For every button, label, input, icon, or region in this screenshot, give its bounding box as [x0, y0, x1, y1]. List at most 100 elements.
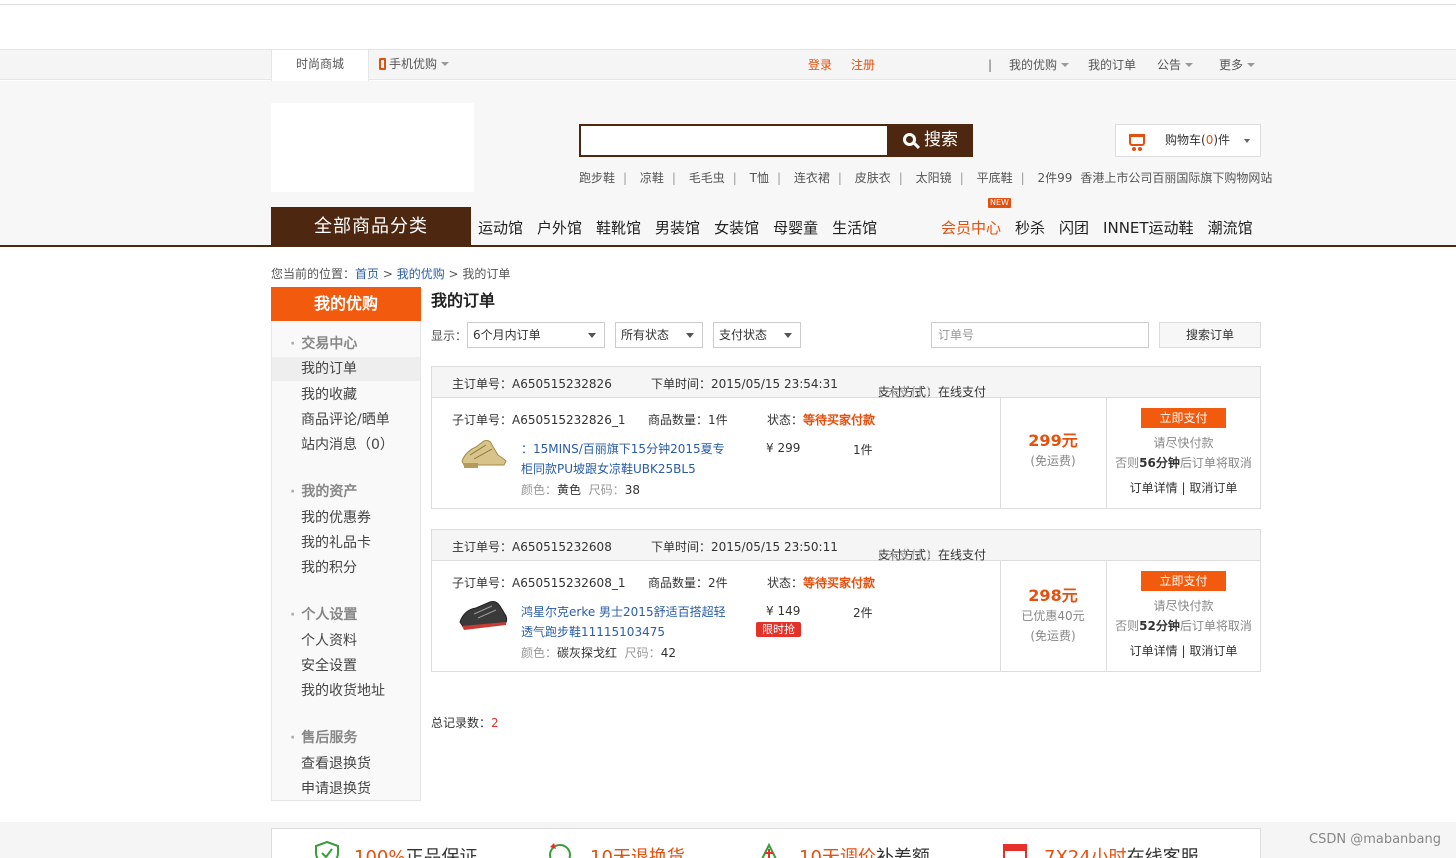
divider: |: [988, 58, 993, 72]
nav-link[interactable]: 运动馆: [478, 219, 523, 237]
order-links: 订单详情 | 取消订单: [1129, 481, 1238, 495]
sidebar-item-coupons[interactable]: 我的优惠券: [301, 507, 371, 527]
cancel-countdown: 否则52分钟后订单将取消: [1115, 619, 1252, 633]
pay-now-button[interactable]: 立即支付: [1141, 571, 1226, 591]
pay-filter-select[interactable]: 支付状态: [713, 322, 801, 348]
hotword[interactable]: 平底鞋: [977, 171, 1013, 185]
search-button-label: 搜索: [924, 130, 958, 150]
order-detail-link[interactable]: 订单详情: [1130, 481, 1178, 495]
notice-menu[interactable]: 公告: [1157, 50, 1194, 80]
nav-link[interactable]: 鞋靴馆: [596, 219, 641, 237]
mobile-icon: [379, 58, 386, 70]
calendar-icon: [1003, 844, 1027, 858]
main-order-number: 主订单号：A650515232608: [452, 540, 612, 554]
hotword[interactable]: T恤: [750, 171, 769, 185]
nav-link[interactable]: 女装馆: [714, 219, 759, 237]
breadcrumb-home[interactable]: 首页: [355, 267, 379, 281]
tab-mobile[interactable]: 手机优购: [379, 50, 450, 81]
time-filter-select[interactable]: 6个月内订单: [467, 322, 605, 348]
product-name-link[interactable]: 鸿星尔克erke 男士2015舒适百搭超轻透气跑步鞋11115103475: [521, 602, 735, 642]
order-detail-link[interactable]: 订单详情: [1130, 644, 1178, 658]
tab-fashion-mall[interactable]: 时尚商城: [271, 50, 369, 81]
guarantee-authentic: 100%正品保证: [354, 847, 478, 858]
breadcrumb-prefix: 您当前的位置：: [271, 267, 356, 281]
search-button[interactable]: 搜索: [888, 124, 973, 157]
sidebar-item-profile[interactable]: 个人资料: [301, 630, 357, 650]
sidebar-group-title: 交易中心: [290, 333, 357, 353]
order-total: 299元 (免运费): [1000, 431, 1106, 471]
product-attributes: 颜色：黄色 尺码：38: [521, 483, 640, 497]
select-value: 支付状态: [719, 328, 768, 342]
select-value: 所有状态: [621, 328, 670, 342]
nav-link-flash-sale[interactable]: 秒杀: [1015, 219, 1045, 237]
hotword[interactable]: 毛毛虫: [689, 171, 725, 185]
sidebar-item-addresses[interactable]: 我的收货地址: [301, 680, 385, 700]
status-filter-select[interactable]: 所有状态: [615, 322, 703, 348]
sidebar-group-title: 个人设置: [290, 604, 357, 624]
my-orders-link[interactable]: 我的订单: [1088, 50, 1136, 80]
breadcrumb-my-yougou[interactable]: 我的优购: [397, 267, 445, 281]
search-order-button[interactable]: 搜索订单: [1159, 322, 1261, 348]
sub-order-number: 子订单号：A650515232608_1: [452, 576, 626, 590]
total-amount: 299元: [1028, 431, 1078, 450]
sidebar-item-gift-cards[interactable]: 我的礼品卡: [301, 532, 371, 552]
shield-check-icon: [315, 841, 339, 858]
sidebar-item-security[interactable]: 安全设置: [301, 655, 357, 675]
hotword[interactable]: 凉鞋: [640, 171, 664, 185]
more-menu[interactable]: 更多: [1219, 50, 1256, 80]
item-count: 商品数量：2件: [648, 576, 728, 590]
filter-label: 显示：: [431, 329, 468, 343]
logo[interactable]: [271, 103, 474, 192]
product-thumbnail-running-shoe[interactable]: [456, 596, 510, 632]
hotword[interactable]: 太阳镜: [916, 171, 952, 185]
nav-link-member-center[interactable]: 会员中心: [941, 219, 1001, 237]
register-link[interactable]: 注册: [851, 50, 875, 80]
watermark: CSDN @mabanbang: [1309, 832, 1441, 847]
cancel-countdown: 否则56分钟后订单将取消: [1115, 456, 1252, 470]
order-header: 主订单号：A650515232826 下单时间：2015/05/15 23:54…: [432, 367, 1260, 399]
sidebar-item-my-orders[interactable]: 我的订单: [272, 357, 420, 381]
my-yougou-menu[interactable]: 我的优购: [1009, 50, 1070, 80]
nav-link-innet[interactable]: INNET运动鞋: [1103, 219, 1194, 237]
product-thumbnail-sandal[interactable]: [456, 433, 510, 469]
hotword[interactable]: 皮肤衣: [855, 171, 891, 185]
nav-link[interactable]: 户外馆: [537, 219, 582, 237]
sidebar-item-reviews[interactable]: 商品评论/晒单: [301, 409, 390, 429]
return-icon: [549, 843, 571, 858]
cart-button[interactable]: 购物车(0)件: [1115, 124, 1261, 157]
cancel-order-link[interactable]: 取消订单: [1189, 481, 1237, 495]
hotword[interactable]: 连衣裙: [794, 171, 830, 185]
product-name-link[interactable]: ：15MINS/百丽旗下15分钟2015夏专柜同款PU坡跟女凉鞋UBK25BL5: [521, 439, 735, 479]
login-link[interactable]: 登录: [808, 50, 832, 80]
nav-link-trend[interactable]: 潮流馆: [1208, 219, 1253, 237]
nav-link[interactable]: 男装馆: [655, 219, 700, 237]
sidebar-item-favorites[interactable]: 我的收藏: [301, 384, 357, 404]
nav-link-group-buy[interactable]: 闪团: [1059, 219, 1089, 237]
guarantee-support: 7X24小时在线客服: [1044, 847, 1199, 858]
cancel-order-link[interactable]: 取消订单: [1189, 644, 1237, 658]
nav-link[interactable]: 母婴童: [773, 219, 818, 237]
hotword[interactable]: 2件99: [1037, 171, 1072, 185]
order-number-input[interactable]: [931, 322, 1149, 348]
sidebar-item-messages[interactable]: 站内消息（0）: [301, 434, 394, 454]
sidebar-item-points[interactable]: 我的积分: [301, 557, 357, 577]
order-header: 主订单号：A650515232608 下单时间：2015/05/15 23:50…: [432, 530, 1260, 562]
hotword[interactable]: 跑步鞋: [579, 171, 615, 185]
sidebar-group-title: 售后服务: [290, 727, 357, 747]
all-categories-button[interactable]: 全部商品分类: [271, 207, 471, 247]
sidebar-group-title: 我的资产: [290, 481, 357, 501]
nav-link[interactable]: 生活馆: [832, 219, 877, 237]
pay-now-button[interactable]: 立即支付: [1141, 408, 1226, 428]
guarantee-price-adjust: 10天调价补差额: [799, 847, 930, 858]
search-input[interactable]: [579, 124, 889, 157]
order-status: 状态：等待买家付款: [767, 413, 876, 427]
sidebar-item-request-return[interactable]: 申请退换货: [301, 778, 371, 798]
main-order-number: 主订单号：A650515232826: [452, 377, 612, 391]
sidebar-item-view-returns[interactable]: 查看退换货: [301, 753, 371, 773]
sidebar-title: 我的优购: [271, 287, 421, 321]
main-nav: 运动馆 户外馆 鞋靴馆 男装馆 女装馆 母婴童 生活馆: [478, 217, 891, 237]
chevron-down-icon: [1061, 63, 1070, 67]
select-value: 6个月内订单: [473, 328, 541, 342]
payment-actions: 立即支付 请尽快付款 否则56分钟后订单将取消 订单详情 | 取消订单: [1107, 398, 1260, 508]
chevron-down-icon: [1244, 139, 1250, 143]
